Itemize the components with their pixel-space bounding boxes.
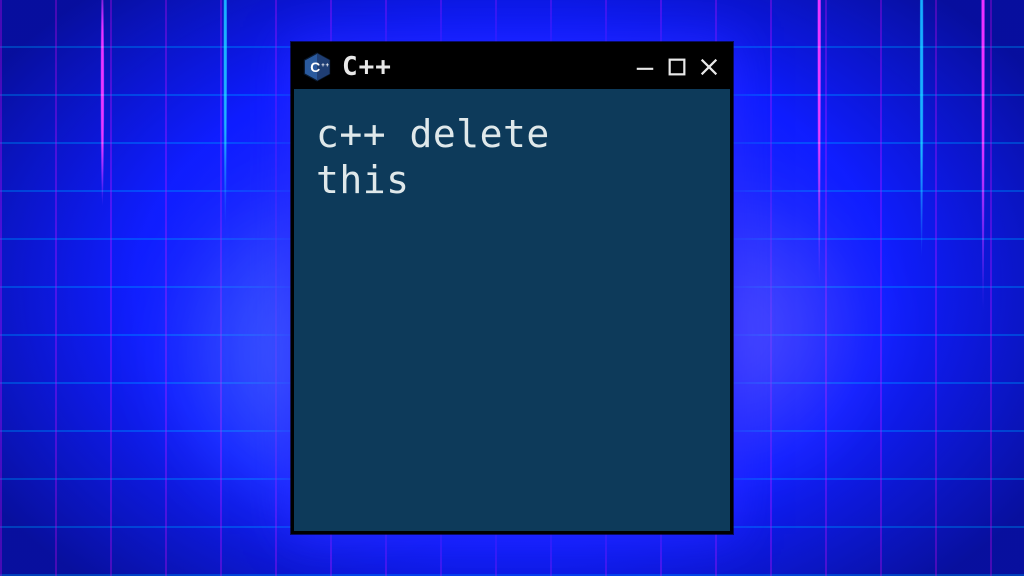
- svg-text:+: +: [325, 63, 329, 69]
- terminal-content: c++ delete this: [294, 89, 730, 531]
- terminal-window: C + + C++ c++ delete this: [291, 42, 733, 534]
- close-icon[interactable]: [698, 56, 720, 78]
- maximize-icon[interactable]: [666, 56, 688, 78]
- minimize-icon[interactable]: [634, 56, 656, 78]
- svg-text:+: +: [321, 63, 325, 69]
- cpp-hex-icon: C + +: [302, 52, 332, 82]
- window-controls: [634, 56, 724, 78]
- titlebar[interactable]: C + + C++: [294, 45, 730, 89]
- window-title: C++: [342, 52, 392, 82]
- svg-text:C: C: [310, 60, 320, 75]
